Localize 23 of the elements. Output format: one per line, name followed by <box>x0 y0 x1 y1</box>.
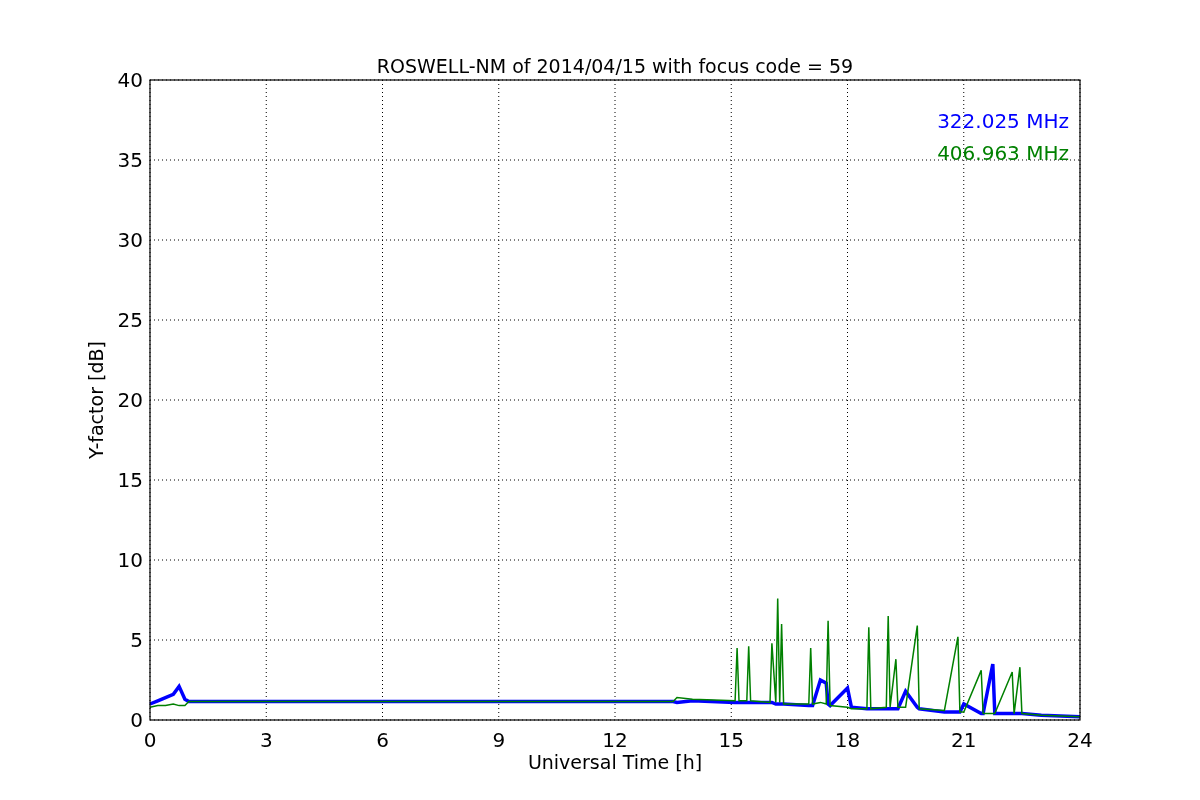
tick-label: 25 <box>117 308 143 332</box>
tick-label: 15 <box>117 468 143 492</box>
y-axis-label: Y-factor [dB] <box>85 341 107 459</box>
tick-label: 3 <box>259 728 273 752</box>
tick-label: 15 <box>718 728 744 752</box>
legend-label: 406.963 MHz <box>937 141 1069 165</box>
tick-label: 5 <box>130 628 143 652</box>
tick-label: 0 <box>143 728 157 752</box>
tick-label: 6 <box>376 728 389 752</box>
x-axis-label: Universal Time [h] <box>527 751 703 773</box>
tick-label: 24 <box>1067 728 1093 752</box>
tick-label: 9 <box>492 728 506 752</box>
tick-label: 40 <box>117 68 143 92</box>
tick-label: 12 <box>602 728 628 752</box>
tick-label: 0 <box>130 708 143 732</box>
tick-label: 20 <box>117 388 143 412</box>
legend-label: 322.025 MHz <box>937 109 1069 133</box>
chart-title: ROSWELL-NM of 2014/04/15 with focus code = 59 <box>376 55 854 77</box>
tick-label: 30 <box>117 228 143 252</box>
tick-label: 18 <box>834 728 861 752</box>
tick-label: 10 <box>117 548 143 572</box>
tick-label: 21 <box>951 728 977 752</box>
tick-label: 35 <box>117 148 143 172</box>
